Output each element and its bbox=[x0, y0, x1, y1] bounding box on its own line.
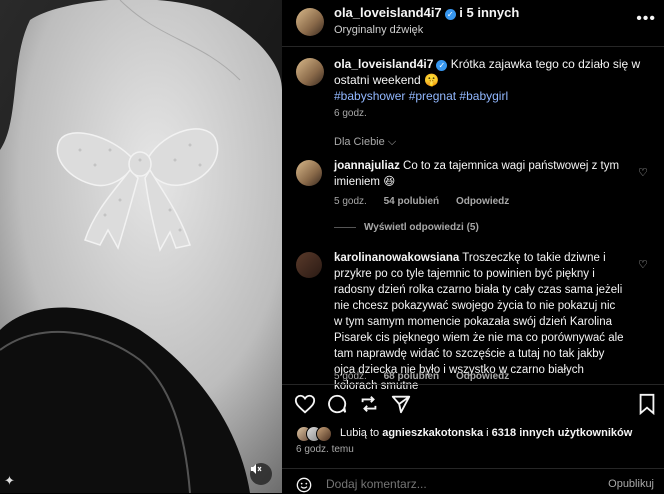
comment-time: 5 godz. bbox=[334, 371, 367, 382]
like-comment-icon[interactable]: ♡ bbox=[638, 258, 650, 271]
author-username[interactable]: ola_loveisland4i7 ✓ i 5 innych bbox=[334, 5, 519, 20]
action-bar bbox=[282, 384, 664, 425]
media-image bbox=[0, 0, 282, 493]
repost-icon[interactable] bbox=[358, 393, 380, 415]
likes-text: Lubią to agnieszkakotonska i 6318 innych… bbox=[340, 427, 632, 439]
emoji-icon[interactable] bbox=[296, 477, 312, 493]
comment-input[interactable] bbox=[326, 477, 586, 491]
post-viewer: ✦ ola_loveisland4i7 ✓ i 5 innych Oryginal… bbox=[0, 0, 664, 493]
author-avatar[interactable] bbox=[296, 8, 324, 36]
collaborators-link[interactable]: i 5 innych bbox=[459, 5, 519, 20]
verified-badge-icon: ✓ bbox=[436, 60, 448, 71]
caption-username[interactable]: ola_loveisland4i7 bbox=[334, 57, 433, 71]
commenter-avatar[interactable] bbox=[296, 160, 322, 186]
post-media[interactable]: ✦ bbox=[0, 0, 282, 493]
commenter-avatar[interactable] bbox=[296, 252, 322, 278]
heart-icon[interactable] bbox=[294, 393, 316, 415]
chevron-down-icon: ⌵ bbox=[387, 136, 397, 148]
author-username-text[interactable]: ola_loveisland4i7 bbox=[334, 5, 442, 20]
mute-button[interactable] bbox=[250, 463, 272, 485]
caption-avatar[interactable] bbox=[296, 58, 324, 86]
reply-button[interactable]: Odpowiedz bbox=[456, 196, 509, 207]
add-comment-bar: Opublikuj bbox=[282, 468, 664, 494]
likes-others-link[interactable]: 6318 innych użytkowników bbox=[492, 427, 633, 439]
speaker-muted-icon bbox=[251, 464, 262, 474]
view-replies-button[interactable]: Wyświetl odpowiedzi (5) bbox=[334, 222, 479, 233]
comment-meta: 5 godz. 68 polubień Odpowiedz bbox=[334, 371, 523, 382]
liker-username[interactable]: agnieszkakotonska bbox=[382, 427, 483, 439]
reply-button[interactable]: Odpowiedz bbox=[456, 371, 509, 382]
post-timestamp: 6 godz. temu bbox=[296, 444, 354, 455]
comment-meta: 5 godz. 54 polubień Odpowiedz bbox=[334, 196, 523, 207]
sort-dropdown[interactable]: Dla Ciebie ⌵ bbox=[334, 136, 396, 149]
comment-username[interactable]: karolinanowakowsiana bbox=[334, 252, 459, 264]
comment-username[interactable]: joannajuliaz bbox=[334, 160, 400, 172]
liker-avatar bbox=[316, 426, 332, 442]
verified-badge-icon: ✓ bbox=[444, 9, 456, 20]
post-header: ola_loveisland4i7 ✓ i 5 innych Oryginalny… bbox=[282, 0, 664, 47]
likes-prefix: Lubią to bbox=[340, 427, 380, 439]
share-icon[interactable] bbox=[390, 393, 412, 415]
comment-icon[interactable] bbox=[326, 393, 348, 415]
caption-time: 6 godz. bbox=[334, 108, 367, 119]
caption-hashtags[interactable]: #babyshower #pregnat #babygirl bbox=[334, 89, 508, 103]
caption-text-block: ola_loveisland4i7 ✓ Krótka zajawka tego c… bbox=[334, 56, 664, 122]
comment-likes[interactable]: 54 polubień bbox=[384, 196, 440, 207]
bookmark-icon[interactable] bbox=[638, 393, 656, 415]
like-comment-icon[interactable]: ♡ bbox=[638, 166, 650, 179]
sparkle-icon: ✦ bbox=[4, 473, 15, 488]
more-options-icon[interactable]: ••• bbox=[636, 10, 656, 28]
comment-text-block: joannajuliaz Co to za tajemnica wagi pań… bbox=[334, 158, 624, 190]
post-details-panel: ola_loveisland4i7 ✓ i 5 innych Oryginalny… bbox=[282, 0, 664, 493]
likes-summary: Lubią to agnieszkakotonska i 6318 innych… bbox=[296, 424, 656, 444]
comment-time: 5 godz. bbox=[334, 196, 367, 207]
likes-middle: i bbox=[486, 427, 489, 439]
audio-link[interactable]: Oryginalny dźwięk bbox=[334, 24, 423, 36]
replies-line bbox=[334, 226, 356, 228]
publish-button[interactable]: Opublikuj bbox=[608, 478, 654, 490]
view-replies-label: Wyświetl odpowiedzi (5) bbox=[364, 222, 479, 233]
sort-label: Dla Ciebie bbox=[334, 136, 385, 148]
comment-likes[interactable]: 68 polubień bbox=[384, 371, 440, 382]
